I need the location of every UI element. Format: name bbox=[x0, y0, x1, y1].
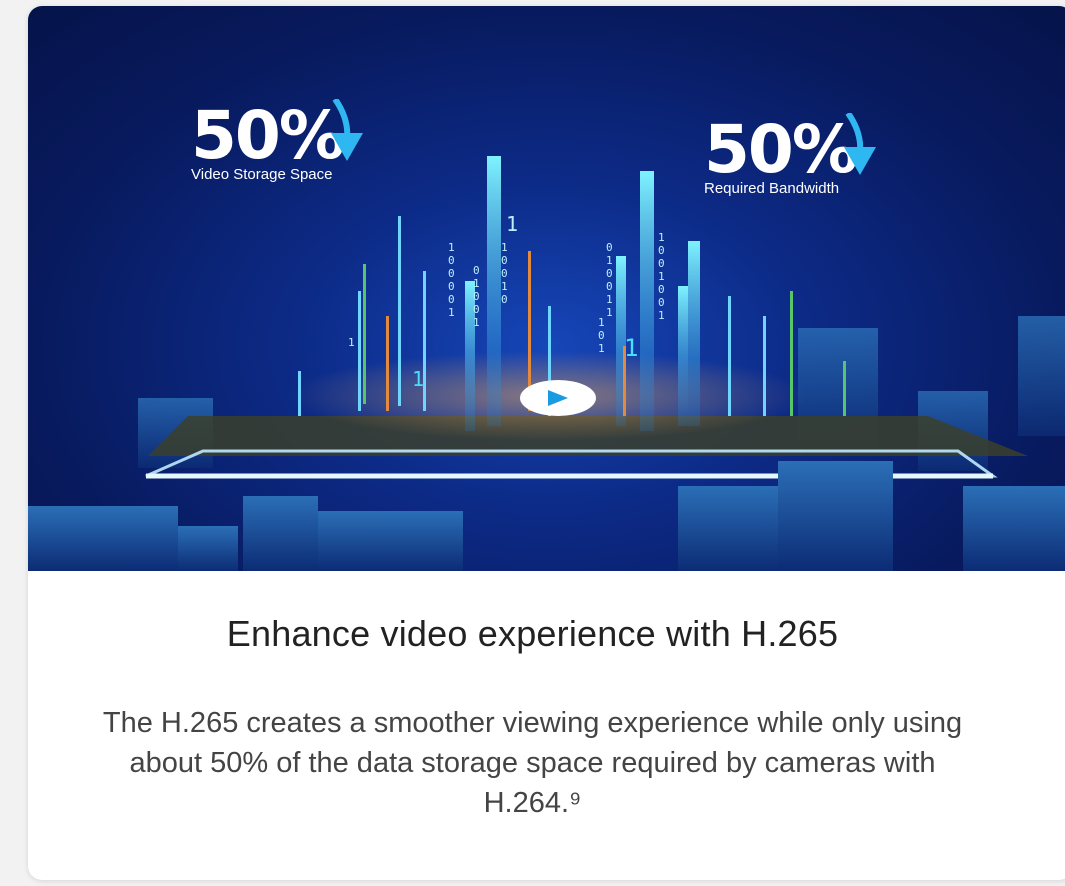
bandwidth-stat: 50% Required Bandwidth bbox=[704, 111, 876, 197]
svg-text:0: 0 bbox=[473, 303, 480, 316]
building bbox=[178, 526, 238, 571]
svg-text:1: 1 bbox=[606, 293, 613, 306]
svg-text:1: 1 bbox=[658, 270, 665, 283]
svg-text:0: 0 bbox=[606, 241, 613, 254]
building bbox=[678, 486, 778, 571]
storage-stat: 50% Video Storage Space bbox=[191, 97, 363, 183]
svg-text:1: 1 bbox=[598, 316, 605, 329]
arrow-down-icon bbox=[844, 113, 876, 175]
svg-text:0: 0 bbox=[658, 257, 665, 270]
svg-text:0: 0 bbox=[501, 293, 508, 306]
svg-text:1: 1 bbox=[658, 231, 665, 244]
svg-text:1: 1 bbox=[624, 334, 638, 362]
storage-stat-label: Video Storage Space bbox=[191, 166, 333, 183]
city-data-illustration: 100001 01001 10010 010011 1001001 101 1 … bbox=[28, 156, 1065, 571]
hero-illustration: 100001 01001 10010 010011 1001001 101 1 … bbox=[28, 6, 1065, 571]
svg-text:1: 1 bbox=[348, 336, 355, 349]
building bbox=[28, 506, 178, 571]
building bbox=[318, 511, 463, 571]
svg-text:1: 1 bbox=[473, 277, 480, 290]
svg-text:0: 0 bbox=[448, 254, 455, 267]
bandwidth-stat-label: Required Bandwidth bbox=[704, 180, 840, 197]
svg-text:0: 0 bbox=[598, 329, 605, 342]
building bbox=[778, 461, 893, 571]
svg-text:0: 0 bbox=[501, 254, 508, 267]
svg-text:1: 1 bbox=[501, 241, 508, 254]
svg-text:0: 0 bbox=[606, 267, 613, 280]
svg-text:0: 0 bbox=[658, 244, 665, 257]
svg-text:0: 0 bbox=[606, 280, 613, 293]
svg-text:1: 1 bbox=[658, 309, 665, 322]
card-description: The H.265 creates a smoother viewing exp… bbox=[102, 707, 963, 819]
svg-text:0: 0 bbox=[473, 290, 480, 303]
svg-text:1: 1 bbox=[448, 306, 455, 319]
svg-text:1: 1 bbox=[598, 342, 605, 355]
svg-text:0: 0 bbox=[448, 267, 455, 280]
card-title: Enhance video experience with H.265 bbox=[226, 613, 839, 654]
svg-text:0: 0 bbox=[658, 296, 665, 309]
svg-text:1: 1 bbox=[606, 254, 613, 267]
svg-text:1: 1 bbox=[448, 241, 455, 254]
svg-text:1: 1 bbox=[501, 280, 508, 293]
arrow-down-icon bbox=[331, 99, 363, 161]
svg-text:0: 0 bbox=[658, 283, 665, 296]
building bbox=[243, 496, 318, 571]
building bbox=[963, 486, 1065, 571]
svg-text:0: 0 bbox=[448, 293, 455, 306]
svg-text:0: 0 bbox=[473, 264, 480, 277]
bandwidth-stat-value: 50% bbox=[704, 111, 858, 188]
svg-text:1: 1 bbox=[506, 212, 518, 236]
building bbox=[1018, 316, 1065, 436]
svg-text:1: 1 bbox=[412, 367, 424, 391]
storage-stat-value: 50% bbox=[191, 97, 345, 174]
svg-text:1: 1 bbox=[606, 306, 613, 319]
svg-text:0: 0 bbox=[448, 280, 455, 293]
svg-text:0: 0 bbox=[501, 267, 508, 280]
svg-text:1: 1 bbox=[473, 316, 480, 329]
